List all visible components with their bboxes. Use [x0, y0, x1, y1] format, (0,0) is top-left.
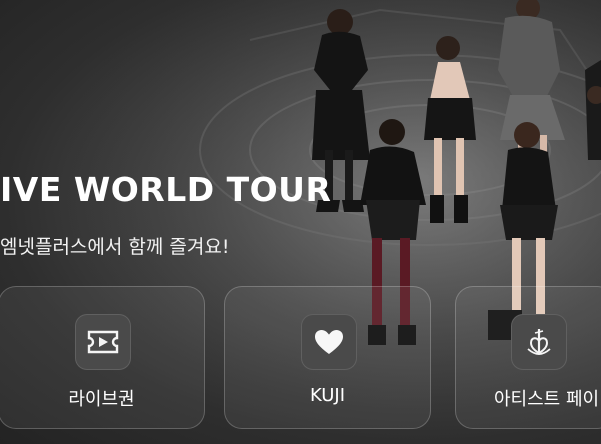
ticket-play-icon — [74, 314, 131, 370]
banner-subtitle: 엠넷플러스에서 함께 즐겨요! — [0, 236, 230, 258]
banner-title: IVE WORLD TOUR — [0, 170, 332, 209]
artist-logo-icon — [511, 314, 567, 370]
heart-icon — [300, 314, 357, 370]
live-ticket-label: 라이브권 — [68, 389, 135, 410]
live-ticket-button[interactable]: 라이브권 — [0, 286, 205, 429]
artist-pay-button[interactable]: 아티스트 페이 — [455, 286, 601, 429]
artist-pay-label: 아티스트 페이 — [494, 389, 600, 410]
promo-banner[interactable]: IVE WORLD TOUR 엠넷플러스에서 함께 즐겨요! 라이브권 KUJI — [0, 0, 601, 444]
kuji-label: KUJI — [309, 385, 346, 406]
kuji-button[interactable]: KUJI — [224, 286, 431, 429]
